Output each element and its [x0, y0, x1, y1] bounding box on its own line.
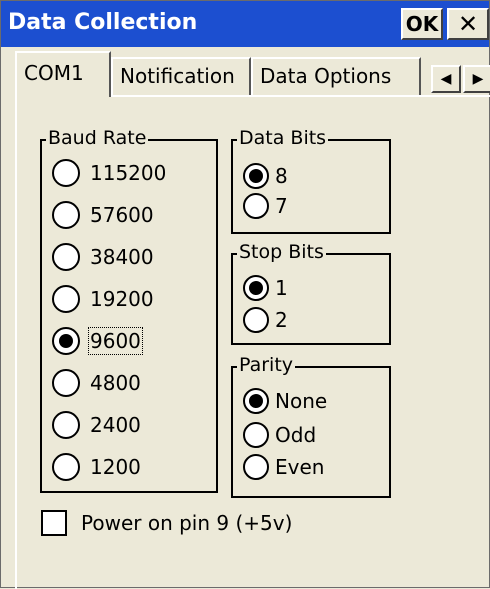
title-bar: Data Collection OK ✕ [1, 1, 489, 47]
tab-notification[interactable]: Notification [111, 57, 251, 95]
arrow-left-icon: ◀ [440, 71, 452, 87]
tab-scroll-left-button[interactable]: ◀ [431, 65, 461, 93]
dialog-window: Data Collection OK ✕ COM1 Notification D… [0, 0, 490, 589]
arrow-right-icon: ▶ [472, 71, 484, 87]
close-icon: ✕ [457, 10, 479, 38]
tab-com1[interactable]: COM1 [15, 51, 111, 97]
tab-scroll-right-button[interactable]: ▶ [463, 65, 490, 93]
close-button[interactable]: ✕ [447, 8, 489, 40]
ok-button[interactable]: OK [401, 8, 443, 40]
window-title: Data Collection [8, 10, 198, 35]
tab-data-options[interactable]: Data Options [251, 57, 421, 95]
tab-panel-com1 [15, 95, 490, 589]
